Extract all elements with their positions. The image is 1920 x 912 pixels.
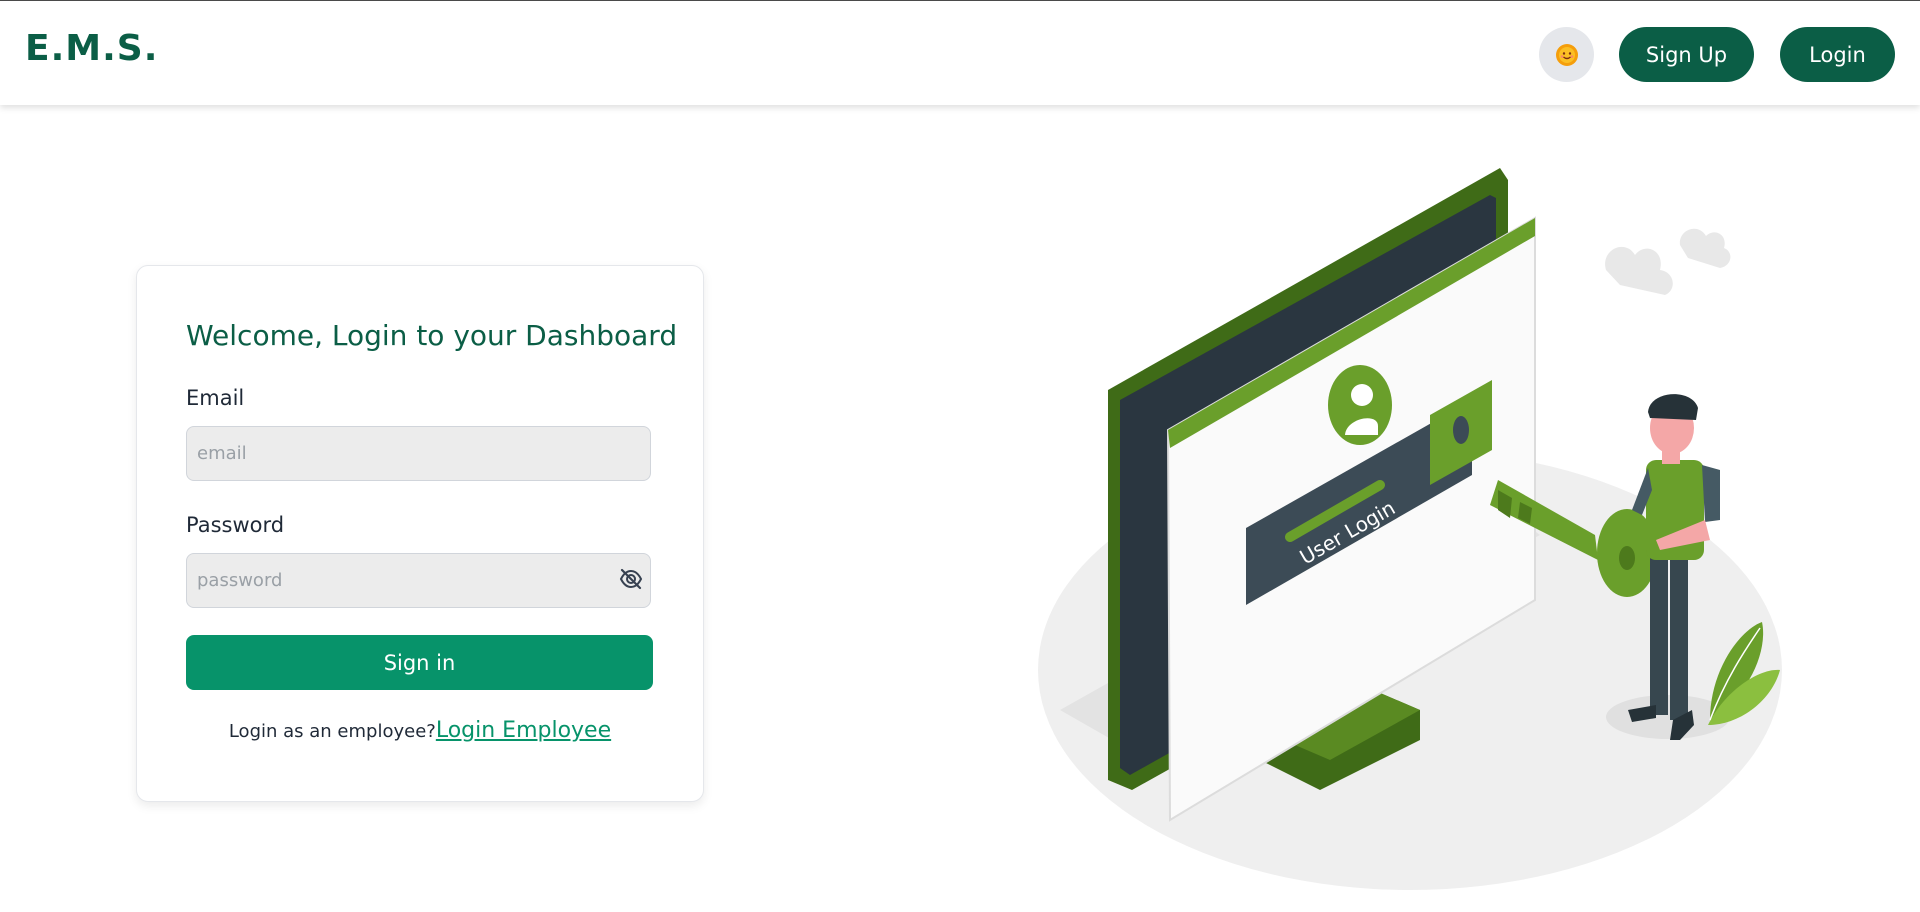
- cloud-icons: [1605, 228, 1731, 295]
- sun-face-icon: [1555, 43, 1578, 66]
- user-avatar-icon: [1328, 365, 1392, 445]
- login-button[interactable]: Login: [1780, 27, 1895, 82]
- user-login-illustration: User Login: [1038, 168, 1782, 890]
- theme-toggle-button[interactable]: [1539, 27, 1594, 82]
- signup-button[interactable]: Sign Up: [1619, 27, 1754, 82]
- email-label: Email: [186, 386, 245, 410]
- login-title: Welcome, Login to your Dashboard: [186, 319, 678, 352]
- password-label: Password: [186, 513, 285, 537]
- email-input[interactable]: [186, 426, 651, 481]
- login-card: Welcome, Login to your Dashboard Email P…: [136, 265, 704, 802]
- employee-login-text: Login as an employee?: [228, 721, 436, 742]
- employee-login-row: Login as an employee?Login Employee: [137, 718, 703, 743]
- sign-in-button[interactable]: Sign in: [186, 635, 653, 690]
- login-employee-link[interactable]: Login Employee: [436, 718, 611, 743]
- brand-logo[interactable]: E.M.S.: [25, 28, 158, 69]
- password-input[interactable]: [186, 553, 651, 608]
- top-navbar: E.M.S. Sign Up Login: [0, 1, 1920, 105]
- eye-slash-icon[interactable]: [618, 566, 644, 592]
